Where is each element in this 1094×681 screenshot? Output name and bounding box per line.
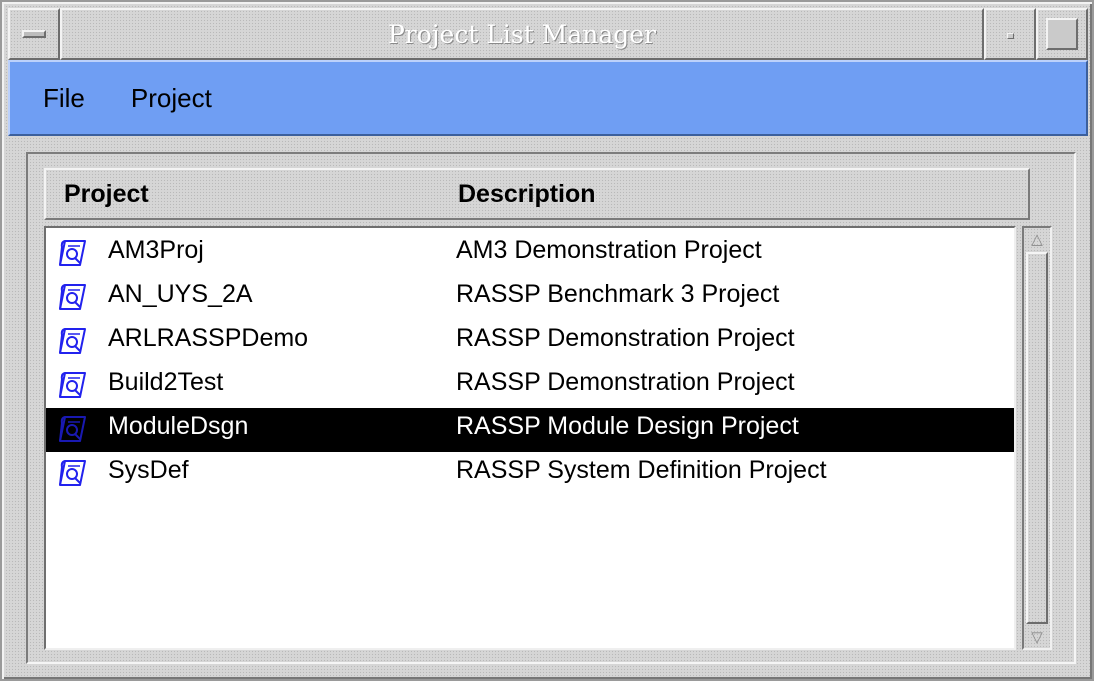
project-document-icon (56, 413, 88, 443)
scrollbar-thumb[interactable] (1026, 252, 1048, 624)
maximize-button[interactable] (1036, 8, 1088, 60)
list-item[interactable]: ARLRASSPDemo RASSP Demonstration Project (46, 320, 1014, 364)
minimize-button[interactable] (984, 8, 1036, 60)
scroll-up-arrow-icon[interactable]: △ (1028, 230, 1046, 248)
project-list-panel: Project Description AM3Proj AM3 Demonstr… (26, 152, 1076, 664)
list-item[interactable]: ModuleDsgn RASSP Module Design Project (46, 408, 1014, 452)
project-description: RASSP System Definition Project (456, 456, 827, 484)
column-header-description[interactable]: Description (458, 180, 596, 209)
project-name: SysDef (108, 456, 189, 484)
project-document-icon (56, 457, 88, 487)
window-title[interactable]: Project List Manager (60, 8, 984, 60)
window-menu-button[interactable] (8, 8, 60, 60)
list-item[interactable]: AM3Proj AM3 Demonstration Project (46, 232, 1014, 276)
project-name: AN_UYS_2A (108, 280, 253, 308)
menu-bar: File Project (8, 60, 1088, 136)
project-name: ModuleDsgn (108, 412, 249, 440)
minimize-icon (1007, 33, 1014, 39)
project-name: ARLRASSPDemo (108, 324, 309, 352)
project-description: RASSP Benchmark 3 Project (456, 280, 780, 308)
project-list[interactable]: AM3Proj AM3 Demonstration Project AN_UYS… (44, 226, 1016, 650)
project-description: RASSP Demonstration Project (456, 368, 795, 396)
project-list-manager-window: Project List Manager File Project Projec… (0, 0, 1094, 681)
maximize-icon (1046, 18, 1078, 50)
scroll-down-arrow-icon[interactable]: ▽ (1028, 628, 1046, 646)
title-bar: Project List Manager (8, 8, 1088, 60)
project-description: RASSP Demonstration Project (456, 324, 795, 352)
project-description: RASSP Module Design Project (456, 412, 799, 440)
project-name: AM3Proj (108, 236, 204, 264)
project-document-icon (56, 369, 88, 399)
project-name: Build2Test (108, 368, 224, 396)
project-description: AM3 Demonstration Project (456, 236, 762, 264)
window-menu-icon (22, 30, 46, 38)
vertical-scrollbar[interactable]: △ ▽ (1022, 226, 1052, 650)
list-header: Project Description (44, 168, 1030, 220)
column-header-project[interactable]: Project (64, 180, 149, 209)
list-item[interactable]: Build2Test RASSP Demonstration Project (46, 364, 1014, 408)
menu-file[interactable]: File (43, 83, 85, 114)
project-document-icon (56, 237, 88, 267)
project-document-icon (56, 325, 88, 355)
list-item[interactable]: SysDef RASSP System Definition Project (46, 452, 1014, 496)
menu-project[interactable]: Project (131, 83, 212, 114)
project-document-icon (56, 281, 88, 311)
list-item[interactable]: AN_UYS_2A RASSP Benchmark 3 Project (46, 276, 1014, 320)
